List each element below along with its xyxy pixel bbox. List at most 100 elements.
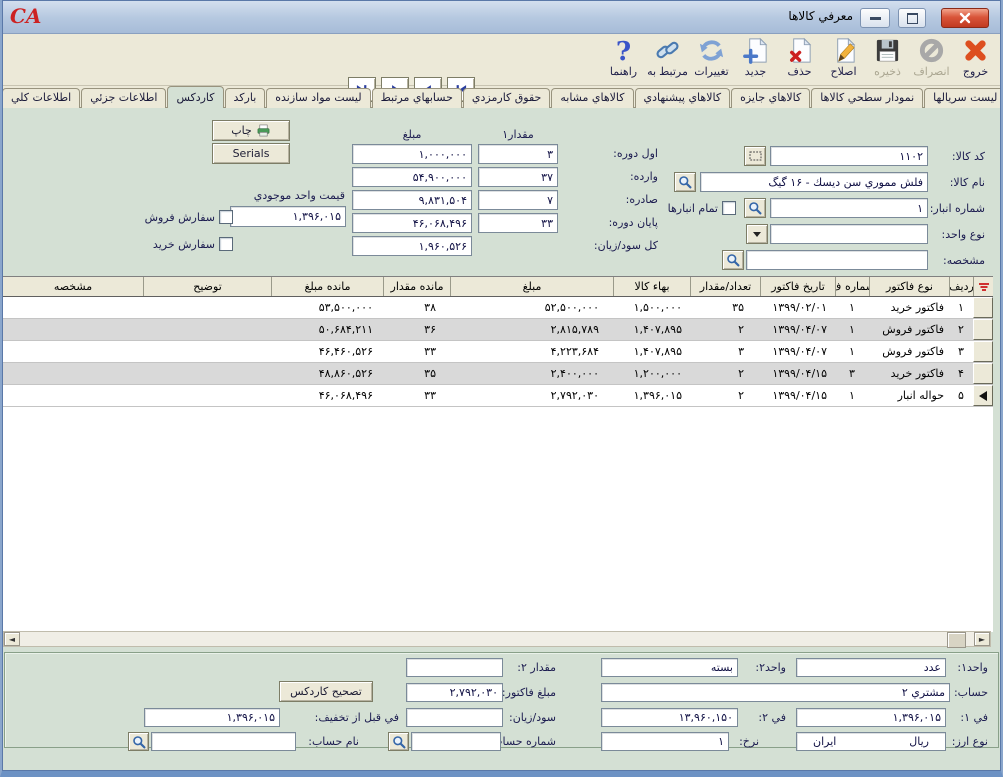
- record-selector[interactable]: [973, 363, 993, 384]
- unit-type-label: نوع واحد:: [942, 228, 985, 241]
- opening-amount-field[interactable]: ۱,۰۰۰,۰۰۰: [352, 144, 472, 164]
- all-warehouses-checkbox[interactable]: [722, 201, 736, 215]
- minimize-icon: [870, 17, 881, 20]
- serials-button[interactable]: Serials: [212, 143, 290, 164]
- item-code-browse-button[interactable]: [744, 146, 766, 166]
- grid-cell: ۱: [835, 385, 869, 406]
- account-number-field[interactable]: [411, 732, 501, 751]
- issued-amount-field[interactable]: ۹,۸۳۱,۵۰۴: [352, 190, 472, 210]
- changes-button[interactable]: تغييرات: [690, 35, 733, 83]
- scrollbar-thumb[interactable]: [947, 632, 966, 648]
- unit-type-dropdown-button[interactable]: [746, 224, 768, 244]
- tab-11[interactable]: نمودار سطحي کالاها: [811, 88, 923, 108]
- grid-header-8[interactable]: مانده مبلغ: [271, 277, 383, 296]
- maximize-button[interactable]: [898, 8, 926, 28]
- scroll-left-button[interactable]: ◄: [4, 632, 20, 646]
- warehouse-number-label: شماره انبار:: [930, 202, 985, 215]
- grid-header-3[interactable]: تاريخ فاکتور: [760, 277, 835, 296]
- tab-7[interactable]: حقوق کارمزدي: [463, 88, 550, 108]
- record-selector[interactable]: [973, 385, 993, 406]
- account-field[interactable]: مشتري ۲: [601, 683, 950, 702]
- tab-9[interactable]: کالاهاي پيشنهادي: [635, 88, 731, 108]
- received-qty-field[interactable]: ۳۷: [478, 167, 558, 187]
- table-row-1[interactable]: ۱فاکتور خريد۱۱۳۹۹/۰۲/۰۱۳۵۱,۵۰۰,۰۰۰۵۲,۵۰۰…: [2, 297, 993, 319]
- attribute-search-button[interactable]: [722, 250, 744, 270]
- grid-cell: ۲: [690, 363, 760, 384]
- item-name-search-button[interactable]: [674, 172, 696, 192]
- unit1-field[interactable]: عدد: [796, 658, 946, 677]
- account-name-field[interactable]: [151, 732, 296, 751]
- table-row-5[interactable]: ۵حواله انبار۱۱۳۹۹/۰۴/۱۵۲۱,۳۹۶,۰۱۵۲,۷۹۲,۰…: [2, 385, 993, 407]
- purchase-order-checkbox[interactable]: [219, 237, 233, 251]
- print-button[interactable]: چاپ: [212, 120, 290, 141]
- delete-button[interactable]: حذف: [778, 35, 821, 83]
- profit-field[interactable]: [406, 708, 503, 727]
- tab-5[interactable]: ليست مواد سازنده: [266, 88, 370, 108]
- total-profit-amount-field[interactable]: ۱,۹۶۰,۵۲۶: [352, 236, 472, 256]
- save-button[interactable]: ذخيره: [866, 35, 909, 83]
- window-title: معرفي کالاها: [788, 9, 853, 23]
- record-selector[interactable]: [973, 341, 993, 362]
- tab-3[interactable]: کاردکس: [167, 86, 223, 108]
- help-button[interactable]: ? راهنما: [602, 35, 645, 83]
- fee-before-discount-field[interactable]: ۱,۳۹۶,۰۱۵: [144, 708, 280, 727]
- grid-horizontal-scrollbar[interactable]: ◄ ►: [3, 631, 991, 647]
- unit-type-field[interactable]: [770, 224, 928, 244]
- tab-4[interactable]: بارکد: [225, 88, 266, 108]
- fee1-field[interactable]: ۱,۳۹۶,۰۱۵: [796, 708, 946, 727]
- grid-header-10[interactable]: مشخصه: [2, 277, 143, 296]
- opening-qty-field[interactable]: ۳: [478, 144, 558, 164]
- scroll-right-button[interactable]: ►: [974, 632, 990, 646]
- account-name-search-button[interactable]: [128, 732, 149, 751]
- warehouse-search-button[interactable]: [744, 198, 766, 218]
- issued-qty-field[interactable]: ۷: [478, 190, 558, 210]
- table-row-3[interactable]: ۳فاکتور فروش۱۱۳۹۹/۰۴/۰۷۳۱,۴۰۷,۸۹۵۴,۲۲۳,۶…: [2, 341, 993, 363]
- tab-10[interactable]: کالاهاي جايزه: [731, 88, 810, 108]
- attribute-field[interactable]: [746, 250, 928, 270]
- table-row-2[interactable]: ۲فاکتور فروش۱۱۳۹۹/۰۴/۰۷۲۱,۴۰۷,۸۹۵۲,۸۱۵,۷…: [2, 319, 993, 341]
- tab-6[interactable]: حسابهاي مرتبط: [372, 88, 462, 108]
- unit-price-field[interactable]: ۱,۳۹۶,۰۱۵: [230, 206, 346, 227]
- table-row-4[interactable]: ۴فاکتور خريد۳۱۳۹۹/۰۴/۱۵۲۱,۲۰۰,۰۰۰۲,۴۰۰,۰…: [2, 363, 993, 385]
- edit-button[interactable]: اصلاح: [822, 35, 865, 83]
- tab-1[interactable]: اطلاعات کلي: [2, 88, 80, 108]
- new-button[interactable]: جديد: [734, 35, 777, 83]
- sales-order-checkbox[interactable]: [219, 210, 233, 224]
- rate-field[interactable]: ۱: [601, 732, 729, 751]
- currency-field[interactable]: ريال ايران: [796, 732, 946, 751]
- grid-header-6[interactable]: مبلغ: [450, 277, 613, 296]
- item-code-field[interactable]: ۱۱۰۲: [770, 146, 928, 166]
- grid-header-2[interactable]: شماره ف: [835, 277, 869, 296]
- tab-8[interactable]: کالاهاي مشابه: [551, 88, 633, 108]
- record-selector[interactable]: [973, 319, 993, 340]
- related-to-button[interactable]: مرتبط به: [646, 35, 689, 83]
- tab-12[interactable]: ليست سريالها: [924, 88, 1001, 108]
- grid-cell: ۲: [690, 385, 760, 406]
- closing-amount-field[interactable]: ۴۶,۰۶۸,۴۹۶: [352, 213, 472, 233]
- toolbar: خروج انصراف ذخيره اصلاح حذف جديد: [0, 33, 1003, 86]
- minimize-button[interactable]: [860, 8, 890, 28]
- unit2-field[interactable]: بسته: [601, 658, 738, 677]
- grid-header-9[interactable]: توضيح: [143, 277, 271, 296]
- exit-button[interactable]: خروج: [954, 35, 997, 83]
- cancel-button[interactable]: انصراف: [910, 35, 953, 83]
- grid-header-0[interactable]: رديف: [949, 277, 973, 296]
- search-icon: [678, 175, 692, 189]
- close-button[interactable]: [941, 8, 989, 28]
- warehouse-number-field[interactable]: ۱: [770, 198, 928, 218]
- record-selector[interactable]: [973, 297, 993, 318]
- grid-header-1[interactable]: نوع فاکتور: [869, 277, 949, 296]
- invoice-amount-field[interactable]: ۲,۷۹۲,۰۳۰: [406, 683, 503, 702]
- fix-kardex-button[interactable]: تصحيح کاردکس: [279, 681, 373, 702]
- grid-header-7[interactable]: مانده مقدار: [383, 277, 450, 296]
- qty2-field[interactable]: [406, 658, 503, 677]
- account-label: حساب:: [954, 686, 988, 699]
- closing-qty-field[interactable]: ۳۳: [478, 213, 558, 233]
- grid-header-5[interactable]: بهاء کالا: [613, 277, 690, 296]
- grid-header-4[interactable]: تعداد/مقدار: [690, 277, 760, 296]
- fee2-field[interactable]: ۱۳,۹۶۰,۱۵۰: [601, 708, 738, 727]
- received-amount-field[interactable]: ۵۴,۹۰۰,۰۰۰: [352, 167, 472, 187]
- tab-2[interactable]: اطلاعات جزئي: [81, 88, 166, 108]
- account-number-search-button[interactable]: [388, 732, 409, 751]
- item-name-field[interactable]: فلش مموري سن ديسك - ۱۶ گيگ: [700, 172, 928, 192]
